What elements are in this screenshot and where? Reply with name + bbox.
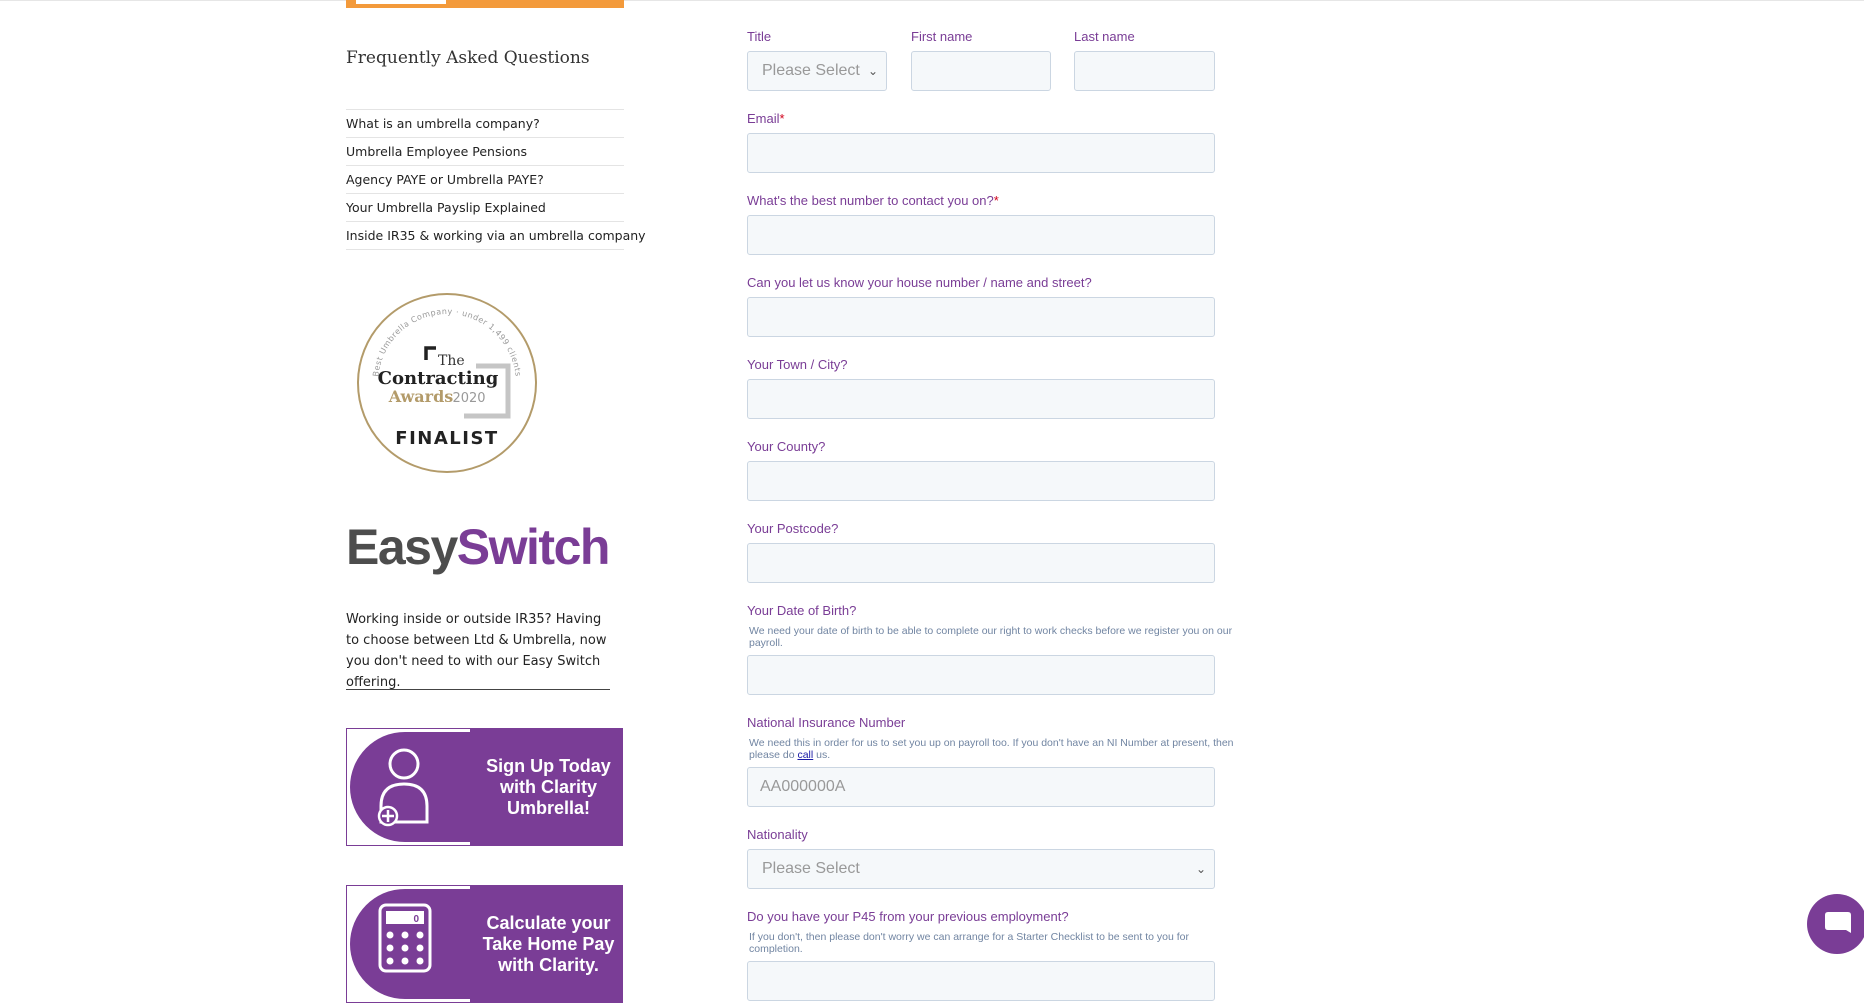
easyswitch-description: Working inside or outside IR35? Having t… [346, 612, 607, 690]
calculator-display: 0 [413, 914, 419, 925]
last-name-input[interactable] [1074, 51, 1215, 91]
first-name-label: First name [911, 29, 973, 44]
award-awards: Awards [388, 387, 454, 406]
easyswitch-text: EasySwitch [346, 519, 609, 575]
title-select[interactable]: Please Select ⌄ [747, 51, 887, 91]
award-finalist: FINALIST [395, 428, 498, 449]
signup-banner[interactable]: Sign Up Today with Clarity Umbrella! [346, 728, 623, 846]
town-input[interactable] [747, 379, 1215, 419]
faq-title: Frequently Asked Questions [346, 48, 590, 68]
email-label: Email* [747, 111, 785, 126]
postcode-input[interactable] [747, 543, 1215, 583]
award-the: The [438, 353, 465, 369]
dob-label: Your Date of Birth? [747, 603, 857, 618]
dob-help-text: We need your date of birth to be able to… [749, 625, 1233, 649]
town-label: Your Town / City? [747, 357, 848, 372]
ni-placeholder: AA000000A [760, 778, 846, 795]
postcode-label: Your Postcode? [747, 521, 839, 536]
contracting-awards-finalist-badge: Best Umbrella Company · under 1,499 clie… [357, 293, 537, 473]
header-bar-tab [356, 0, 446, 4]
ni-help-text: We need this in order for us to set you … [749, 737, 1234, 761]
title-label: Title [747, 29, 772, 44]
faq-link[interactable]: Inside IR35 & working via an umbrella co… [346, 222, 646, 250]
phone-label: What's the best number to contact you on… [747, 193, 999, 208]
faq-link[interactable]: Agency PAYE or Umbrella PAYE? [346, 166, 624, 194]
calculate-pay-banner[interactable]: 0 Calculate your Take Home Pay with Clar… [346, 885, 623, 1003]
p45-help-text: If you don't, then please don't worry we… [749, 931, 1189, 955]
chat-widget-button[interactable] [1807, 894, 1864, 954]
award-year: 2020 [452, 391, 485, 406]
call-link[interactable]: call [797, 749, 813, 761]
email-input[interactable] [747, 133, 1215, 173]
dob-input[interactable] [747, 655, 1215, 695]
faq-link[interactable]: What is an umbrella company? [346, 110, 624, 138]
nationality-select-value: Please Select [762, 860, 860, 877]
ni-number-input[interactable]: AA000000A [747, 767, 1215, 807]
chat-bubble-icon [1825, 912, 1851, 933]
calculate-pay-banner-text: Calculate your Take Home Pay with Clarit… [482, 912, 615, 975]
phone-input[interactable] [747, 215, 1215, 255]
title-select-value: Please Select [762, 62, 860, 79]
first-name-input[interactable] [911, 51, 1051, 91]
ni-label: National Insurance Number [747, 715, 906, 730]
county-input[interactable] [747, 461, 1215, 501]
p45-select[interactable] [747, 961, 1215, 1001]
signup-banner-text: Sign Up Today with Clarity Umbrella! [486, 755, 611, 818]
last-name-label: Last name [1074, 29, 1135, 44]
award-contracting: Contracting [378, 368, 499, 389]
nationality-label: Nationality [747, 827, 808, 842]
chevron-down-icon: ⌄ [1195, 862, 1206, 876]
top-divider [0, 0, 1864, 1]
nationality-select[interactable]: Please Select ⌄ [747, 849, 1215, 889]
address-input[interactable] [747, 297, 1215, 337]
county-label: Your County? [747, 439, 826, 454]
promo-divider [346, 689, 610, 690]
faq-link[interactable]: Umbrella Employee Pensions [346, 138, 624, 166]
easyswitch-logo: EasySwitch [346, 519, 610, 575]
faq-link[interactable]: Your Umbrella Payslip Explained [346, 194, 624, 222]
faq-list: What is an umbrella company? Umbrella Em… [346, 109, 646, 250]
p45-label: Do you have your P45 from your previous … [747, 909, 1069, 924]
chevron-down-icon: ⌄ [867, 64, 878, 78]
address-label: Can you let us know your house number / … [747, 275, 1092, 290]
orange-header-bar [346, 0, 624, 8]
